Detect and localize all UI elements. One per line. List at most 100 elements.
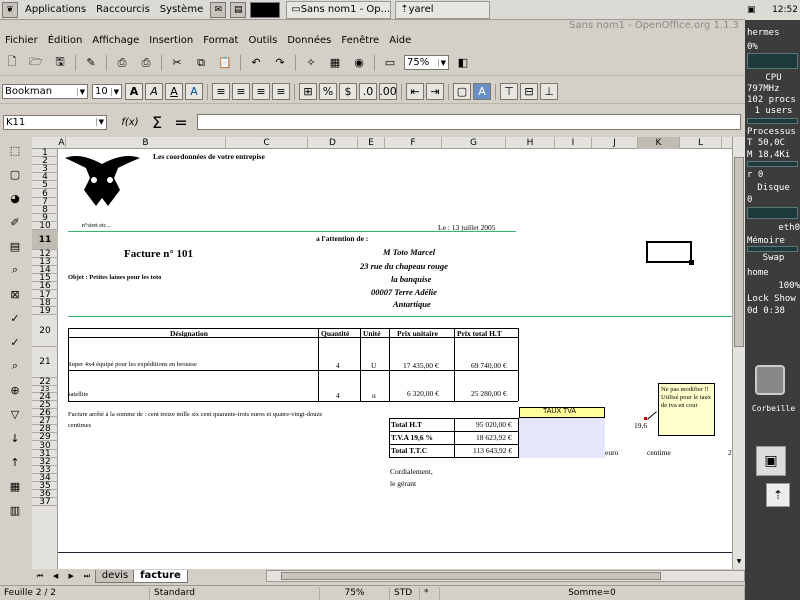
hscroll-thumb[interactable] xyxy=(280,572,661,580)
horizontal-scrollbar[interactable] xyxy=(265,570,746,582)
frame-icon[interactable]: ▢ xyxy=(4,164,26,184)
image-icon[interactable]: ▭ xyxy=(380,54,400,72)
indent-less-icon[interactable]: ⇤ xyxy=(406,83,424,100)
percent-icon[interactable]: % xyxy=(319,83,337,100)
print-icon[interactable]: ⎙ xyxy=(136,54,156,72)
decimal-remove-icon[interactable]: .00 xyxy=(379,83,397,100)
font-combo[interactable]: Bookman ▼ xyxy=(2,84,88,99)
sum-icon[interactable]: Σ xyxy=(147,113,167,132)
undo-icon[interactable]: ↶ xyxy=(246,54,266,72)
column-header-cell[interactable]: A xyxy=(58,137,66,149)
vertical-scrollbar[interactable]: ▼ xyxy=(732,137,745,569)
filter-icon[interactable]: ▽ xyxy=(4,404,26,424)
sheet-grid[interactable]: Les coordonnées de votre entrepise n°sir… xyxy=(58,149,732,569)
column-header-cell[interactable]: E xyxy=(358,137,385,149)
italic-icon[interactable]: A xyxy=(145,83,163,100)
column-header-cell[interactable]: I xyxy=(555,137,592,149)
open-folder-icon[interactable]: 🗁 xyxy=(26,54,46,72)
menu-format[interactable]: Format xyxy=(198,35,243,46)
decimal-add-icon[interactable]: .0 xyxy=(359,83,377,100)
terminal-icon[interactable] xyxy=(250,1,281,18)
cell-protect-icon[interactable]: ⊠ xyxy=(4,284,26,304)
valign-center-icon[interactable]: ⊟ xyxy=(520,83,538,100)
copy-icon[interactable]: ⧉ xyxy=(191,54,211,72)
column-header-cell[interactable]: G xyxy=(442,137,506,149)
zoom-indicator[interactable]: 75% xyxy=(320,586,390,600)
show-draw-icon[interactable]: ▥ xyxy=(4,500,26,520)
menu-donnees[interactable]: Données xyxy=(282,35,336,46)
column-header-cell[interactable]: D xyxy=(308,137,358,149)
bold-icon[interactable]: A xyxy=(125,83,143,100)
column-header-cell[interactable]: F xyxy=(385,137,442,149)
fill-handle[interactable] xyxy=(689,260,694,265)
size-combo[interactable]: 10 ▼ xyxy=(92,84,122,99)
menu-shortcuts[interactable]: Raccourcis xyxy=(91,4,155,15)
tab-devis[interactable]: devis xyxy=(94,569,136,583)
border-icon[interactable]: ▢ xyxy=(453,83,471,100)
indent-more-icon[interactable]: ⇥ xyxy=(426,83,444,100)
draw-icon[interactable]: ✐ xyxy=(4,212,26,232)
foot-menu-icon[interactable]: ❦ xyxy=(2,1,18,18)
menu-system[interactable]: Système xyxy=(155,4,208,15)
menu-fichier[interactable]: Fichier xyxy=(0,35,43,46)
justify-icon[interactable]: ≡ xyxy=(272,83,290,100)
valign-top-icon[interactable]: ⊤ xyxy=(500,83,518,100)
menu-affichage[interactable]: Affichage xyxy=(87,35,144,46)
trash-icon[interactable] xyxy=(755,365,785,395)
first-sheet-icon[interactable]: ⏮ xyxy=(34,567,46,585)
spellcheck-icon[interactable]: ✓ xyxy=(4,308,26,328)
comment-note[interactable]: Ne pas modifier !! Utilisé pour le taux … xyxy=(658,383,715,436)
valign-bottom-icon[interactable]: ⊥ xyxy=(540,83,558,100)
last-sheet-icon[interactable]: ⏭ xyxy=(81,567,93,585)
new-doc-icon[interactable]: 🗋 xyxy=(2,54,22,72)
formula-input[interactable] xyxy=(197,114,741,130)
column-header-cell[interactable]: J xyxy=(592,137,638,149)
navigator-icon[interactable]: ✧ xyxy=(301,54,321,72)
task-openoffice[interactable]: ▭ Sans nom1 - Op... xyxy=(286,0,392,19)
tab-facture[interactable]: facture xyxy=(133,569,188,583)
row-header-cell[interactable]: 11 xyxy=(32,230,58,250)
gallery-icon[interactable]: ▦ xyxy=(325,54,345,72)
launcher-icon[interactable]: ▣ xyxy=(756,446,786,476)
task-yarel[interactable]: ⇡ yarel xyxy=(395,0,491,19)
select-icon[interactable]: ⬚ xyxy=(4,140,26,160)
scroll-down-icon[interactable]: ▼ xyxy=(734,558,744,568)
align-left-icon[interactable]: ≡ xyxy=(212,83,230,100)
lock-show[interactable]: Lock Show xyxy=(747,294,800,304)
row-header-cell[interactable]: 19 xyxy=(32,306,58,315)
next-sheet-icon[interactable]: ▶ xyxy=(65,567,77,585)
sort-desc-icon[interactable]: ↑ xyxy=(4,452,26,472)
menu-applications[interactable]: Applications xyxy=(20,4,91,15)
pdf-icon[interactable]: ⎙ xyxy=(112,54,132,72)
underline-icon[interactable]: A xyxy=(165,83,183,100)
align-right-icon[interactable]: ≡ xyxy=(252,83,270,100)
navigator-icon[interactable]: ⊕ xyxy=(4,380,26,400)
name-box[interactable]: K11 ▼ xyxy=(3,114,107,130)
column-header-cell[interactable]: B xyxy=(66,137,226,149)
prev-sheet-icon[interactable]: ◀ xyxy=(50,567,62,585)
clock[interactable]: 12:52 xyxy=(772,5,798,15)
sort-asc-icon[interactable]: ↓ xyxy=(4,428,26,448)
selection-mode[interactable]: STD xyxy=(390,586,420,600)
mail-icon[interactable]: ✉ xyxy=(210,1,227,18)
paste-icon[interactable]: 📋 xyxy=(215,54,235,72)
equals-icon[interactable]: = xyxy=(171,113,191,132)
edit-icon[interactable]: ✎ xyxy=(81,54,101,72)
row-header-cell[interactable]: 21 xyxy=(32,347,58,378)
column-header-cell[interactable]: C xyxy=(226,137,308,149)
menu-aide[interactable]: Aide xyxy=(384,35,416,46)
selected-cell[interactable] xyxy=(646,241,692,263)
background-color-icon[interactable]: A xyxy=(473,83,491,100)
office-icon[interactable]: ▤ xyxy=(230,1,247,18)
datasource-icon[interactable]: ◉ xyxy=(349,54,369,72)
up-arrow-icon[interactable]: ⇡ xyxy=(766,483,790,507)
macro-icon[interactable]: ◧ xyxy=(453,54,473,72)
font-color-icon[interactable]: A xyxy=(185,83,203,100)
merge-icon[interactable]: ⊞ xyxy=(299,83,317,100)
find-icon[interactable]: ⌕ xyxy=(4,356,26,376)
insert-cells-icon[interactable]: ▦ xyxy=(4,476,26,496)
align-center-icon[interactable]: ≡ xyxy=(232,83,250,100)
redo-icon[interactable]: ↷ xyxy=(270,54,290,72)
page-style[interactable]: Standard xyxy=(150,586,320,600)
menu-edition[interactable]: Édition xyxy=(43,35,88,46)
